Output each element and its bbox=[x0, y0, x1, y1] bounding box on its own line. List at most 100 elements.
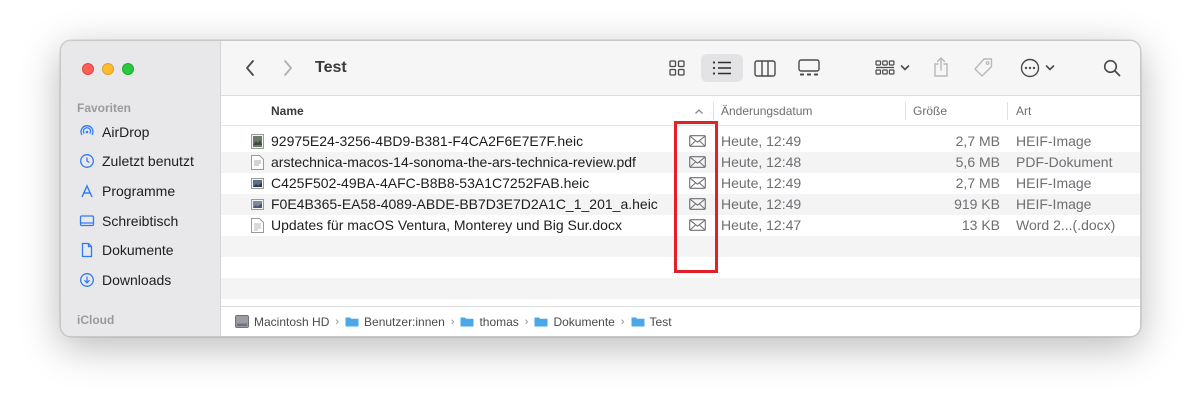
sidebar-item-documents[interactable]: Dokumente bbox=[79, 240, 174, 260]
ellipsis-circle-icon bbox=[1020, 58, 1039, 78]
file-size: 13 KB bbox=[961, 217, 1000, 233]
folder-icon bbox=[631, 317, 645, 327]
chevron-down-icon bbox=[900, 65, 909, 71]
path-label: Test bbox=[649, 314, 672, 329]
icon-view-button[interactable] bbox=[665, 57, 689, 79]
sidebar-item-label: Downloads bbox=[102, 272, 172, 288]
sidebar-item-desktop[interactable]: Schreibtisch bbox=[79, 211, 178, 231]
column-header-size[interactable]: Größe bbox=[913, 104, 947, 118]
gallery-view-icon bbox=[798, 59, 820, 76]
path-separator-icon: › bbox=[335, 315, 340, 328]
chevron-right-icon bbox=[284, 60, 292, 76]
path-item-home[interactable]: thomas bbox=[460, 314, 519, 329]
tags-button[interactable] bbox=[970, 56, 996, 80]
path-item-test[interactable]: Test bbox=[631, 315, 672, 329]
file-kind: HEIF-Image bbox=[1016, 196, 1092, 212]
sidebar-item-downloads[interactable]: Downloads bbox=[79, 270, 171, 290]
file-kind: Word 2...(.docx) bbox=[1016, 217, 1116, 233]
zoom-window-button[interactable] bbox=[122, 63, 134, 75]
finder-window: Favoriten AirDrop Zuletzt benutzt Progra… bbox=[60, 40, 1141, 337]
chevron-left-icon bbox=[246, 60, 254, 76]
path-separator-icon: › bbox=[524, 315, 529, 328]
sidebar-item-applications[interactable]: Programme bbox=[79, 181, 175, 201]
file-name: 92975E24-3256-4BD9-B381-F4CA2F6E7E7F.hei… bbox=[271, 133, 584, 149]
minimize-window-button[interactable] bbox=[102, 63, 114, 75]
column-divider[interactable] bbox=[905, 102, 906, 120]
image-file-icon bbox=[251, 134, 264, 149]
search-icon bbox=[1103, 59, 1121, 77]
grid-view-icon bbox=[669, 60, 685, 76]
file-name: Updates für macOS Ventura, Monterey und … bbox=[271, 217, 622, 233]
column-header-name[interactable]: Name bbox=[271, 104, 304, 118]
clock-icon bbox=[79, 153, 95, 169]
file-size: 2,7 MB bbox=[955, 175, 1000, 191]
file-name: arstechnica-macos-14-sonoma-the-ars-tech… bbox=[271, 154, 636, 170]
share-icon bbox=[934, 57, 948, 77]
sidebar-item-label: Schreibtisch bbox=[102, 213, 179, 229]
back-button[interactable] bbox=[239, 57, 261, 79]
path-item-documents[interactable]: Dokumente bbox=[534, 314, 615, 329]
path-bar: Macintosh HD › Benutzer:innen › thomas ›… bbox=[221, 306, 1140, 336]
sidebar-item-label: AirDrop bbox=[102, 124, 150, 140]
desktop-icon bbox=[79, 213, 95, 229]
column-header-kind[interactable]: Art bbox=[1016, 104, 1031, 118]
path-separator-icon: › bbox=[620, 315, 625, 328]
folder-icon bbox=[345, 317, 359, 327]
empty-row bbox=[221, 278, 1140, 299]
airdrop-icon bbox=[79, 124, 95, 140]
file-size: 2,7 MB bbox=[955, 133, 1000, 149]
group-icon bbox=[874, 60, 894, 75]
chevron-down-icon bbox=[1045, 65, 1054, 71]
file-size: 5,6 MB bbox=[955, 154, 1000, 170]
gallery-view-button[interactable] bbox=[796, 57, 822, 79]
file-date: Heute, 12:49 bbox=[721, 175, 802, 191]
path-separator-icon: › bbox=[450, 315, 455, 328]
file-kind: HEIF-Image bbox=[1016, 133, 1092, 149]
annotation-highlight-box bbox=[674, 121, 718, 273]
sidebar-item-label: Dokumente bbox=[102, 242, 174, 258]
sort-ascending-icon bbox=[695, 109, 703, 114]
list-view-button[interactable] bbox=[710, 57, 734, 79]
column-divider[interactable] bbox=[1007, 102, 1008, 120]
file-date: Heute, 12:47 bbox=[721, 217, 802, 233]
forward-button[interactable] bbox=[277, 57, 299, 79]
group-button[interactable] bbox=[871, 57, 913, 79]
search-button[interactable] bbox=[1101, 57, 1123, 79]
pdf-file-icon bbox=[251, 155, 264, 170]
path-label: Macintosh HD bbox=[254, 314, 330, 329]
apps-icon bbox=[79, 183, 95, 199]
file-name: C425F502-49BA-4AFC-B8B8-53A1C7252FAB.hei… bbox=[271, 175, 590, 191]
column-header-date[interactable]: Änderungsdatum bbox=[721, 104, 812, 118]
sidebar-item-label: Zuletzt benutzt bbox=[102, 153, 194, 169]
window-title: Test bbox=[315, 59, 347, 76]
path-label: Dokumente bbox=[553, 314, 615, 329]
column-view-icon bbox=[754, 59, 776, 77]
hard-drive-icon bbox=[235, 315, 249, 328]
file-date: Heute, 12:49 bbox=[721, 196, 802, 212]
sidebar-item-airdrop[interactable]: AirDrop bbox=[79, 122, 149, 142]
file-name: F0E4B365-EA58-4089-ABDE-BB7D3E7D2A1C_1_2… bbox=[271, 196, 658, 212]
home-folder-icon bbox=[460, 317, 474, 327]
docx-file-icon bbox=[251, 218, 264, 233]
share-button[interactable] bbox=[929, 54, 953, 80]
folder-icon bbox=[534, 317, 548, 327]
sidebar-item-recents[interactable]: Zuletzt benutzt bbox=[79, 151, 194, 171]
path-label: thomas bbox=[479, 314, 519, 329]
file-size: 919 KB bbox=[954, 196, 1000, 212]
column-divider[interactable] bbox=[713, 102, 714, 120]
more-actions-button[interactable] bbox=[1016, 56, 1058, 80]
sidebar-section-icloud: iCloud bbox=[77, 313, 115, 327]
list-view-icon bbox=[712, 61, 731, 75]
image-file-icon bbox=[251, 199, 264, 210]
image-file-icon bbox=[251, 178, 264, 189]
close-window-button[interactable] bbox=[82, 63, 94, 75]
document-icon bbox=[79, 242, 95, 258]
sidebar: Favoriten AirDrop Zuletzt benutzt Progra… bbox=[61, 41, 221, 336]
window-controls bbox=[82, 63, 134, 75]
column-view-button[interactable] bbox=[753, 57, 777, 79]
path-item-disk[interactable]: Macintosh HD bbox=[235, 315, 329, 329]
tag-icon bbox=[974, 58, 993, 77]
file-kind: HEIF-Image bbox=[1016, 175, 1092, 191]
file-kind: PDF-Dokument bbox=[1016, 154, 1113, 170]
path-item-users[interactable]: Benutzer:innen bbox=[345, 315, 445, 329]
